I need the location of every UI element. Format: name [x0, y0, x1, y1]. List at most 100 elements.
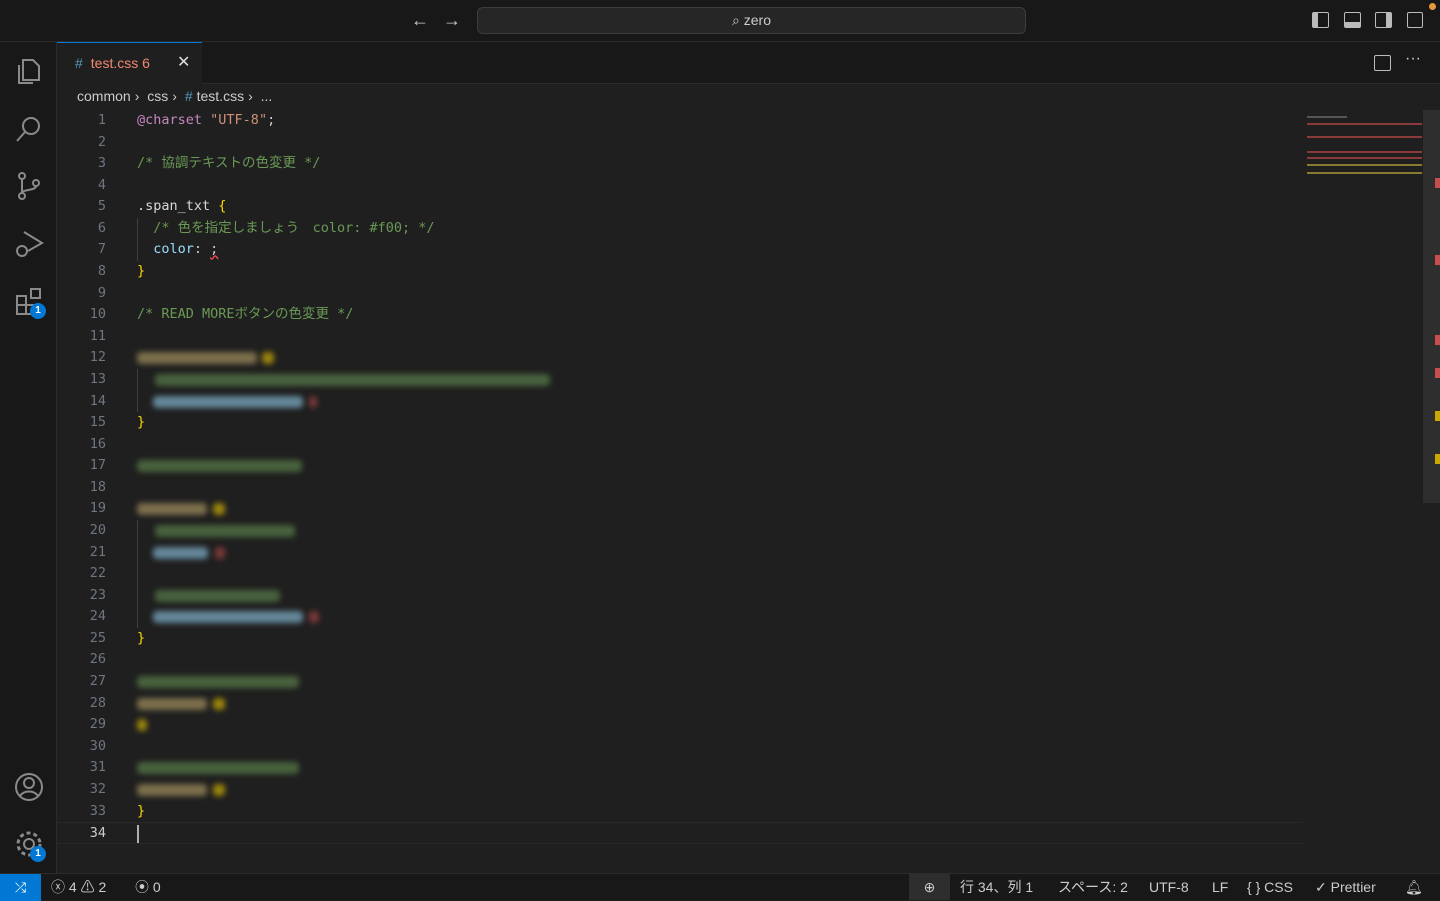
- forward-arrow-icon[interactable]: →: [443, 10, 461, 31]
- code-line[interactable]: 25}: [57, 628, 1302, 650]
- code-line[interactable]: 16: [57, 434, 1302, 456]
- redacted-code: [213, 783, 225, 796]
- ports-indicator[interactable]: ⦿ 0: [135, 874, 161, 900]
- line-number: 17: [89, 457, 106, 474]
- accounts-icon[interactable]: [14, 772, 44, 802]
- remote-icon[interactable]: ⤮: [0, 874, 41, 901]
- code-text: }: [137, 628, 145, 650]
- code-line[interactable]: 27: [57, 671, 1302, 693]
- code-line[interactable]: 1 @charset "UTF-8";: [57, 110, 1302, 132]
- code-line[interactable]: 10 /* READ MOREボタンの色変更 */: [57, 304, 1302, 326]
- command-center-search[interactable]: ⌕ zero: [477, 7, 1026, 34]
- breadcrumb-file[interactable]: test.css: [197, 88, 244, 104]
- prettier-status[interactable]: ✓ Prettier: [1315, 874, 1376, 900]
- code-line[interactable]: 14: [57, 390, 1302, 413]
- code-line[interactable]: 6 /* 色を指定しましょう color: #f00; */: [57, 217, 1302, 240]
- code-text: }: [137, 261, 145, 283]
- line-number: 23: [89, 586, 106, 603]
- split-editor-icon[interactable]: [1374, 55, 1391, 71]
- code-text: /* 協調テキストの色変更 */: [137, 153, 320, 175]
- code-line[interactable]: 22: [57, 563, 1302, 585]
- code-line[interactable]: 33}: [57, 801, 1302, 823]
- explorer-icon[interactable]: [14, 56, 44, 86]
- error-marker: [1435, 178, 1440, 188]
- line-number: 8: [97, 263, 106, 280]
- code-line[interactable]: 5 .span_txt {: [57, 196, 1302, 218]
- toggle-panel-icon[interactable]: [1344, 12, 1361, 28]
- code-line[interactable]: 11: [57, 326, 1302, 348]
- code-line[interactable]: 4: [57, 175, 1302, 197]
- redacted-code: [262, 352, 274, 365]
- code-line[interactable]: 8}: [57, 261, 1302, 283]
- toggle-primary-sidebar-icon[interactable]: [1312, 12, 1329, 28]
- line-number: 29: [89, 716, 106, 733]
- search-icon[interactable]: [14, 114, 44, 144]
- close-icon[interactable]: ✕: [177, 43, 190, 83]
- encoding[interactable]: UTF-8: [1149, 874, 1189, 900]
- code-line[interactable]: 24: [57, 606, 1302, 628]
- minimap[interactable]: [1305, 108, 1423, 178]
- redacted-code: [309, 611, 319, 624]
- code-line[interactable]: 7 color: ;: [57, 239, 1302, 262]
- code-token: .span_txt: [137, 198, 219, 215]
- back-arrow-icon[interactable]: ←: [411, 10, 429, 31]
- line-number: 7: [97, 241, 106, 258]
- code-line[interactable]: 32: [57, 779, 1302, 801]
- code-line[interactable]: 29: [57, 714, 1302, 736]
- code-line[interactable]: 34: [57, 822, 1302, 844]
- code-token: @charset: [137, 112, 203, 128]
- code-token: "UTF-8": [210, 112, 268, 128]
- code-line[interactable]: 17: [57, 455, 1302, 477]
- code-line[interactable]: 26: [57, 649, 1302, 671]
- code-editor[interactable]: 1 @charset "UTF-8"; 2 3/* 協調テキストの色変更 */4 5 .s…: [57, 110, 1302, 844]
- breadcrumb-symbol[interactable]: ...: [261, 88, 273, 104]
- breadcrumb-css[interactable]: css: [147, 88, 168, 104]
- code-line[interactable]: 30: [57, 736, 1302, 758]
- line-ending[interactable]: LF: [1212, 874, 1228, 900]
- code-line[interactable]: 19: [57, 498, 1302, 520]
- line-number: 21: [89, 543, 106, 560]
- warning-marker: [1435, 454, 1440, 464]
- code-line[interactable]: 9: [57, 283, 1302, 305]
- toggle-secondary-sidebar-icon[interactable]: [1375, 12, 1392, 28]
- redacted-code: [137, 762, 299, 775]
- redacted-code: [153, 395, 303, 408]
- indentation[interactable]: スペース: 2: [1058, 874, 1128, 900]
- code-line[interactable]: 18: [57, 477, 1302, 499]
- line-number: 25: [89, 629, 106, 646]
- line-number: 10: [89, 306, 106, 323]
- line-number: 32: [89, 780, 106, 797]
- code-line[interactable]: 20: [57, 519, 1302, 542]
- code-line[interactable]: 15}: [57, 412, 1302, 434]
- tab-test-css[interactable]: # test.css 6 ✕: [57, 42, 202, 84]
- extensions-badge: 1: [30, 303, 46, 319]
- code-line[interactable]: 23: [57, 584, 1302, 607]
- code-line[interactable]: 12: [57, 347, 1302, 369]
- code-text: @charset "UTF-8";: [137, 110, 275, 132]
- bell-icon[interactable]: 🔔︎: [1405, 874, 1423, 900]
- language-mode[interactable]: { } CSS: [1247, 874, 1293, 900]
- code-token: {: [218, 198, 227, 215]
- vertical-scrollbar[interactable]: [1423, 110, 1440, 503]
- line-number: 12: [89, 349, 106, 366]
- zoom-icon[interactable]: ⊕: [909, 874, 950, 900]
- code-line[interactable]: 3 /* 協調テキストの色変更 */: [57, 153, 1302, 175]
- indent-guide: [137, 390, 138, 413]
- run-debug-icon[interactable]: [14, 228, 44, 258]
- redacted-code: [155, 524, 295, 537]
- code-line[interactable]: 31: [57, 757, 1302, 779]
- line-number: 6: [97, 219, 106, 236]
- source-control-icon[interactable]: [14, 171, 44, 201]
- cursor-position[interactable]: 行 34、列 1: [960, 874, 1033, 900]
- code-line[interactable]: 21: [57, 541, 1302, 564]
- code-line[interactable]: 13: [57, 368, 1302, 391]
- code-line[interactable]: 28: [57, 693, 1302, 715]
- customize-layout-icon[interactable]: [1407, 12, 1423, 28]
- problems-indicator[interactable]: ⓧ 4 ⚠ 2: [51, 874, 106, 900]
- code-line[interactable]: 2: [57, 132, 1302, 154]
- redacted-code: [137, 352, 257, 365]
- indent-guide: [137, 368, 138, 391]
- more-actions-icon[interactable]: ···: [1405, 50, 1421, 68]
- breadcrumb-common[interactable]: common: [77, 88, 131, 104]
- redacted-code: [137, 460, 302, 473]
